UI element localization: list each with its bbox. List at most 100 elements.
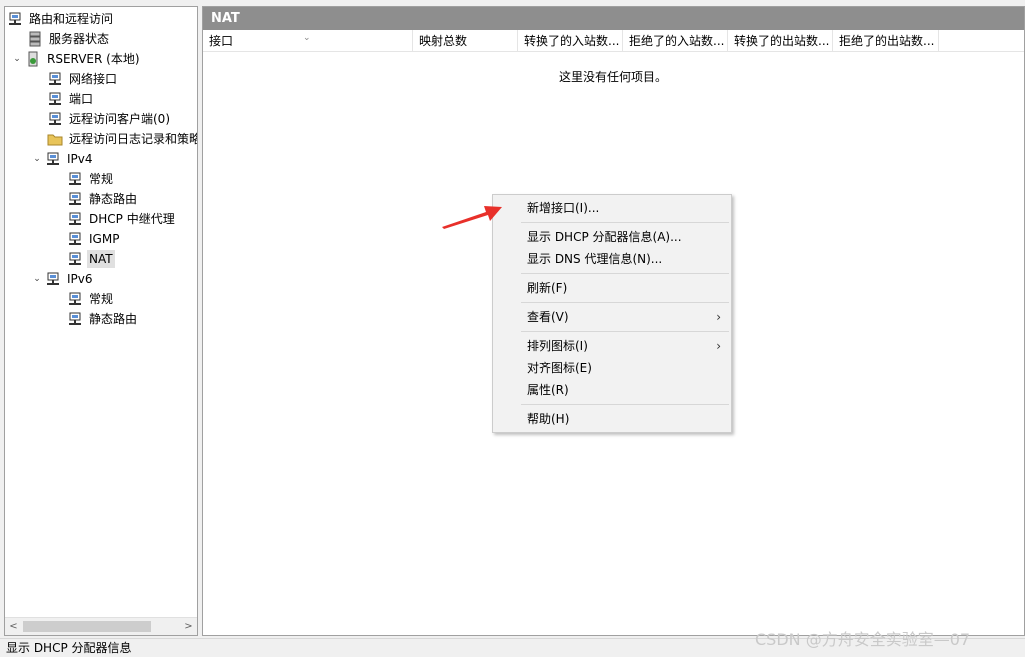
tree-item-logging-policy[interactable]: 远程访问日志记录和策略 xyxy=(47,129,198,149)
watermark: CSDN @方舟安全实验室—07 xyxy=(755,630,971,649)
column-inbound-rejected[interactable]: 拒绝了的入站数... xyxy=(623,30,728,52)
menu-item-properties[interactable]: 属性(R) xyxy=(493,379,731,401)
tree-item-label: 远程访问客户端(0) xyxy=(69,112,170,126)
menu-item-label: 显示 DHCP 分配器信息(A)... xyxy=(527,230,682,244)
tree-item-ipv4[interactable]: ⌄ IPv4 xyxy=(31,149,95,169)
menu-item-label: 属性(R) xyxy=(527,383,569,397)
menu-item-label: 查看(V) xyxy=(527,310,569,324)
tree-item-label: 静态路由 xyxy=(89,192,138,206)
menu-item-refresh[interactable]: 刷新(F) xyxy=(493,277,731,299)
menu-separator xyxy=(521,331,729,332)
tree-item-nat[interactable]: NAT xyxy=(67,249,115,269)
column-label: 拒绝了的入站数... xyxy=(629,34,725,48)
navigation-tree: 路由和远程访问 服务器状态 ⌄ RSERVER (本地) 网络接口 端口 远程访… xyxy=(5,7,197,617)
menu-item-label: 刷新(F) xyxy=(527,281,568,295)
horizontal-scrollbar[interactable]: < > xyxy=(5,617,197,635)
static-route-icon xyxy=(67,311,83,327)
tree-item-label: 常规 xyxy=(89,172,114,186)
tree-item-dhcp-relay[interactable]: DHCP 中继代理 xyxy=(67,209,177,229)
chevron-down-icon[interactable]: ⌄ xyxy=(31,149,43,169)
tree-item-network-interfaces[interactable]: 网络接口 xyxy=(47,69,119,89)
tree-item-routing-remote-access[interactable]: 路由和远程访问 xyxy=(7,9,115,29)
server-local-icon xyxy=(25,51,41,67)
tree-item-label: IGMP xyxy=(89,232,120,246)
context-menu: 新增接口(I)... 显示 DHCP 分配器信息(A)... 显示 DNS 代理… xyxy=(492,194,732,433)
tree-item-label: IPv4 xyxy=(67,152,93,166)
menu-item-line-up-icons[interactable]: 对齐图标(E) xyxy=(493,357,731,379)
column-outbound-rejected[interactable]: 拒绝了的出站数... xyxy=(833,30,939,52)
igmp-icon xyxy=(67,231,83,247)
status-text: 显示 DHCP 分配器信息 xyxy=(6,641,132,655)
sort-caret-icon: ⌄ xyxy=(303,33,311,43)
menu-item-label: 新增接口(I)... xyxy=(527,201,600,215)
column-label: 接口 xyxy=(209,34,234,48)
tree-item-label: 端口 xyxy=(69,92,94,106)
chevron-right-icon: › xyxy=(716,310,721,324)
navigation-tree-pane: 路由和远程访问 服务器状态 ⌄ RSERVER (本地) 网络接口 端口 远程访… xyxy=(4,6,198,636)
network-interface-icon xyxy=(47,71,63,87)
ipv4-icon xyxy=(45,151,61,167)
tree-item-ipv4-static-routes[interactable]: 静态路由 xyxy=(67,189,139,209)
column-interface[interactable]: 接口 ⌄ xyxy=(203,30,413,52)
tree-item-label: NAT xyxy=(87,250,115,268)
chevron-down-icon[interactable]: ⌄ xyxy=(11,49,23,69)
empty-list-message: 这里没有任何项目。 xyxy=(558,70,667,84)
tree-item-ipv6[interactable]: ⌄ IPv6 xyxy=(31,269,95,289)
menu-item-view[interactable]: 查看(V) › xyxy=(493,306,731,328)
tree-item-label: DHCP 中继代理 xyxy=(89,212,175,226)
ipv6-icon xyxy=(45,271,61,287)
menu-item-help[interactable]: 帮助(H) xyxy=(493,408,731,430)
tree-item-label: 网络接口 xyxy=(69,72,118,86)
tree-item-label: RSERVER (本地) xyxy=(47,52,140,66)
tree-item-rserver[interactable]: ⌄ RSERVER (本地) xyxy=(11,49,142,69)
dhcp-relay-icon xyxy=(67,211,83,227)
menu-separator xyxy=(521,302,729,303)
column-total-mappings[interactable]: 映射总数 xyxy=(413,30,518,52)
scroll-right-icon[interactable]: > xyxy=(180,618,197,635)
menu-item-new-interface[interactable]: 新增接口(I)... xyxy=(493,197,731,219)
tree-item-igmp[interactable]: IGMP xyxy=(67,229,121,249)
server-status-icon xyxy=(27,31,43,47)
menu-item-show-dhcp-allocator[interactable]: 显示 DHCP 分配器信息(A)... xyxy=(493,226,731,248)
menu-separator xyxy=(521,273,729,274)
column-inbound-translated[interactable]: 转换了的入站数... xyxy=(518,30,623,52)
general-icon xyxy=(67,171,83,187)
ports-icon xyxy=(47,91,63,107)
tree-item-ipv4-general[interactable]: 常规 xyxy=(67,169,115,189)
column-header: 接口 ⌄ 映射总数 转换了的入站数... 拒绝了的入站数... 转换了的出站数.… xyxy=(203,30,1024,52)
scroll-left-icon[interactable]: < xyxy=(5,618,22,635)
tree-item-label: 静态路由 xyxy=(89,312,138,326)
tree-item-label: 远程访问日志记录和策略 xyxy=(69,132,198,146)
column-label: 映射总数 xyxy=(419,34,468,48)
scrollbar-thumb[interactable] xyxy=(23,621,151,632)
tree-item-server-status[interactable]: 服务器状态 xyxy=(27,29,111,49)
tree-item-ipv6-general[interactable]: 常规 xyxy=(67,289,115,309)
menu-separator xyxy=(521,404,729,405)
menu-item-label: 显示 DNS 代理信息(N)... xyxy=(527,252,663,266)
general-icon xyxy=(67,291,83,307)
annotation-arrow-icon xyxy=(442,206,502,229)
menu-item-label: 帮助(H) xyxy=(527,412,570,426)
chevron-down-icon[interactable]: ⌄ xyxy=(31,269,43,289)
nat-icon xyxy=(67,251,83,267)
menu-item-arrange-icons[interactable]: 排列图标(I) › xyxy=(493,335,731,357)
menu-item-label: 排列图标(I) xyxy=(527,339,588,353)
tree-item-remote-clients[interactable]: 远程访问客户端(0) xyxy=(47,109,172,129)
chevron-right-icon: › xyxy=(716,339,721,353)
tree-item-label: 路由和远程访问 xyxy=(29,12,114,26)
tree-item-label: 服务器状态 xyxy=(49,32,110,46)
tree-item-ipv6-static-routes[interactable]: 静态路由 xyxy=(67,309,139,329)
static-route-icon xyxy=(67,191,83,207)
tree-item-label: 常规 xyxy=(89,292,114,306)
column-label: 转换了的出站数... xyxy=(734,34,830,48)
menu-item-label: 对齐图标(E) xyxy=(527,361,592,375)
menu-item-show-dns-proxy[interactable]: 显示 DNS 代理信息(N)... xyxy=(493,248,731,270)
column-label: 转换了的入站数... xyxy=(524,34,620,48)
tree-item-ports[interactable]: 端口 xyxy=(47,89,95,109)
routing-server-icon xyxy=(7,11,23,27)
column-label: 拒绝了的出站数... xyxy=(839,34,935,48)
column-outbound-translated[interactable]: 转换了的出站数... xyxy=(728,30,833,52)
menu-separator xyxy=(521,222,729,223)
pane-title: NAT xyxy=(203,7,1024,30)
folder-icon xyxy=(47,131,63,147)
